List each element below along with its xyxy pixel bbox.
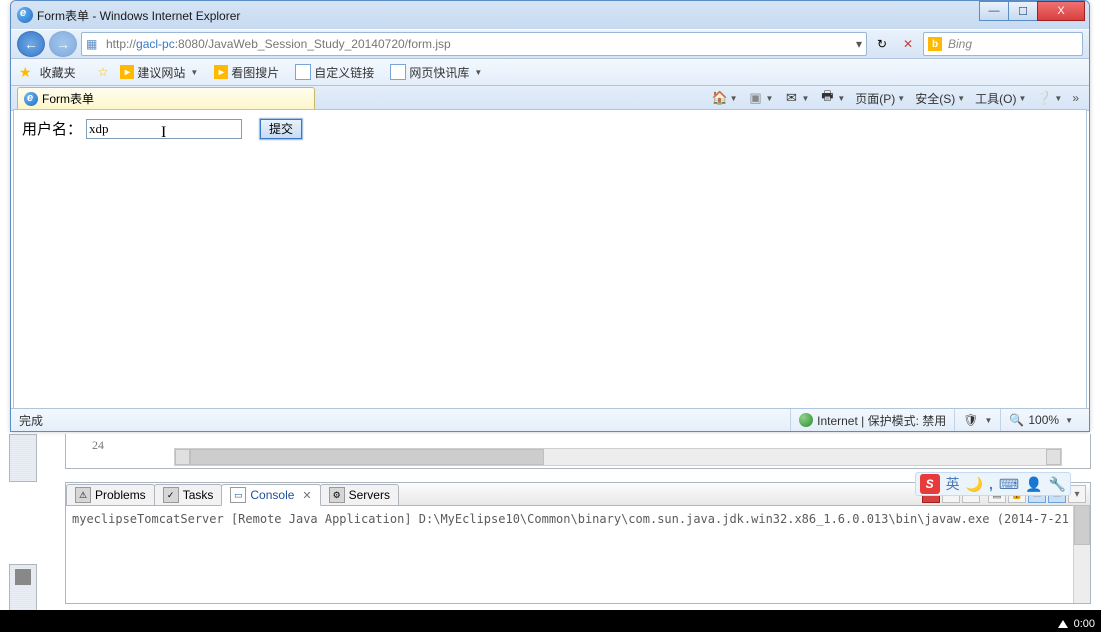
settings-icon[interactable]: 🔧 — [1049, 476, 1066, 493]
bing-icon: b — [928, 37, 942, 51]
left-trim[interactable] — [9, 564, 37, 612]
print-icon: 🖶 — [819, 87, 835, 109]
status-bar: 完成 Internet | 保护模式: 禁用 🛡▼ 🔍 100% ▼ — [11, 408, 1089, 431]
username-label: 用户名： — [22, 118, 82, 139]
tab-title: Form表单 — [42, 90, 94, 107]
tab-bar: Form表单 🏠▼ ▣▼ ✉▼ 🖶▼ 页面(P)▼ 安全(S)▼ 工具(O)▼ … — [11, 86, 1089, 111]
mail-icon: ✉ — [783, 90, 799, 106]
keyboard-icon[interactable]: ⌨ — [999, 476, 1019, 493]
url-text[interactable]: http://gacl-pc:8080/JavaWeb_Session_Stud… — [106, 37, 852, 51]
page-menu[interactable]: 页面(P)▼ — [851, 88, 909, 109]
page-icon — [390, 64, 406, 80]
taskbar[interactable]: 0:00 — [0, 610, 1101, 632]
search-placeholder: Bing — [948, 37, 972, 51]
back-button[interactable]: ← — [17, 31, 45, 57]
browser-tab[interactable]: Form表单 — [17, 87, 315, 110]
rss-icon: ▣ — [748, 90, 764, 106]
security-zone[interactable]: Internet | 保护模式: 禁用 — [790, 409, 954, 431]
page-content: 用户名： I 提交 — [13, 109, 1087, 409]
stop-button[interactable]: ✕ — [897, 33, 919, 55]
address-bar[interactable]: ▦ http://gacl-pc:8080/JavaWeb_Session_St… — [81, 32, 867, 56]
fav-link-0[interactable]: ▸建议网站▼ — [116, 62, 202, 83]
minimize-button[interactable]: — — [979, 1, 1009, 21]
add-favorite-icon[interactable]: ☆ — [98, 65, 109, 79]
forward-button[interactable]: → — [49, 31, 77, 57]
console-icon: ▭ — [230, 487, 246, 503]
search-box[interactable]: b Bing — [923, 32, 1083, 56]
view-icon — [15, 569, 31, 585]
bottom-panel: ⚠Problems ✓Tasks ▭Console✕ ⚙Servers ✕ ✕✕… — [65, 482, 1091, 604]
expand-chevron-icon[interactable]: » — [1068, 91, 1083, 105]
rss-button[interactable]: ▣▼ — [744, 88, 778, 108]
address-dropdown-icon[interactable]: ▾ — [852, 37, 866, 51]
sogou-icon[interactable]: S — [920, 474, 940, 494]
help-icon: ❔ — [1036, 90, 1052, 106]
site-icon: ▸ — [214, 65, 228, 79]
problems-icon: ⚠ — [75, 487, 91, 503]
home-icon: 🏠 — [712, 90, 728, 106]
eclipse-ide: 24 ⚠Problems ✓Tasks ▭Console✕ ⚙Servers ✕… — [0, 434, 1101, 632]
tab-servers[interactable]: ⚙Servers — [320, 484, 399, 505]
ime-lang[interactable]: 英 — [946, 474, 960, 494]
close-icon[interactable]: ✕ — [302, 489, 311, 502]
zoom-control[interactable]: 🔍 100% ▼ — [1000, 409, 1081, 431]
refresh-button[interactable]: ↻ — [871, 33, 893, 55]
window-title: Form表单 - Windows Internet Explorer — [37, 7, 240, 24]
form-row: 用户名： I 提交 — [22, 118, 1078, 139]
ie-logo-icon — [17, 7, 33, 23]
tab-tasks[interactable]: ✓Tasks — [154, 484, 223, 505]
mail-button[interactable]: ✉▼ — [779, 88, 813, 108]
editor-area[interactable]: 24 — [65, 434, 1091, 469]
ie-window: Form表单 - Windows Internet Explorer — ☐ X… — [10, 0, 1090, 432]
print-button[interactable]: 🖶▼ — [815, 85, 849, 111]
chevron-down-icon: ▼ — [190, 68, 198, 77]
command-bar: 🏠▼ ▣▼ ✉▼ 🖶▼ 页面(P)▼ 安全(S)▼ 工具(O)▼ ❔▼ » — [708, 85, 1083, 111]
scrollbar-thumb[interactable] — [190, 449, 544, 465]
maximize-button[interactable]: ☐ — [1008, 1, 1038, 21]
shield-icon: 🛡 — [963, 413, 978, 427]
zoom-icon: 🔍 — [1009, 413, 1024, 427]
page-icon: ▦ — [82, 37, 106, 51]
text-caret-icon: I — [161, 124, 166, 142]
titlebar[interactable]: Form表单 - Windows Internet Explorer — ☐ X — [11, 1, 1089, 29]
fav-link-1[interactable]: ▸看图搜片 — [210, 62, 283, 83]
fav-link-3[interactable]: 网页快讯库▼ — [386, 62, 486, 83]
console-vscrollbar[interactable] — [1073, 505, 1090, 603]
tools-menu[interactable]: 工具(O)▼ — [971, 88, 1030, 109]
favorites-star-icon[interactable]: ★ — [19, 64, 32, 81]
line-number: 24 — [66, 438, 110, 453]
console-output[interactable]: myeclipseTomcatServer [Remote Java Appli… — [66, 506, 1090, 531]
tasks-icon: ✓ — [163, 487, 179, 503]
home-button[interactable]: 🏠▼ — [708, 88, 742, 108]
servers-icon: ⚙ — [329, 487, 345, 503]
moon-icon[interactable]: 🌙 — [966, 476, 983, 493]
scrollbar-thumb[interactable] — [1074, 505, 1090, 545]
fav-link-2[interactable]: 自定义链接 — [291, 62, 378, 83]
close-button[interactable]: X — [1037, 1, 1085, 21]
sidebar-stub[interactable] — [9, 434, 37, 482]
editor-hscrollbar[interactable] — [174, 448, 1062, 466]
nav-toolbar: ← → ▦ http://gacl-pc:8080/JavaWeb_Sessio… — [11, 29, 1089, 59]
submit-button[interactable]: 提交 — [260, 119, 302, 139]
ie-logo-icon — [24, 92, 38, 106]
punct-icon[interactable]: , — [989, 476, 993, 492]
ime-toolbar[interactable]: S 英 🌙 , ⌨ 👤 🔧 — [915, 472, 1071, 496]
clock[interactable]: 0:00 — [1058, 618, 1095, 630]
site-icon: ▸ — [120, 65, 134, 79]
favorites-label[interactable]: 收藏夹 — [40, 64, 76, 81]
tab-console[interactable]: ▭Console✕ — [221, 484, 320, 506]
page-icon — [295, 64, 311, 80]
safety-menu[interactable]: 安全(S)▼ — [911, 88, 969, 109]
protected-mode-toggle[interactable]: 🛡▼ — [954, 409, 1000, 431]
globe-icon — [799, 413, 813, 427]
status-done: 完成 — [19, 412, 43, 429]
person-icon[interactable]: 👤 — [1025, 476, 1042, 493]
tab-problems[interactable]: ⚠Problems — [66, 484, 155, 505]
chevron-down-icon: ▼ — [474, 68, 482, 77]
help-button[interactable]: ❔▼ — [1032, 88, 1066, 108]
favorites-bar: ★ 收藏夹 ☆ ▸建议网站▼ ▸看图搜片 自定义链接 网页快讯库▼ — [11, 59, 1089, 86]
